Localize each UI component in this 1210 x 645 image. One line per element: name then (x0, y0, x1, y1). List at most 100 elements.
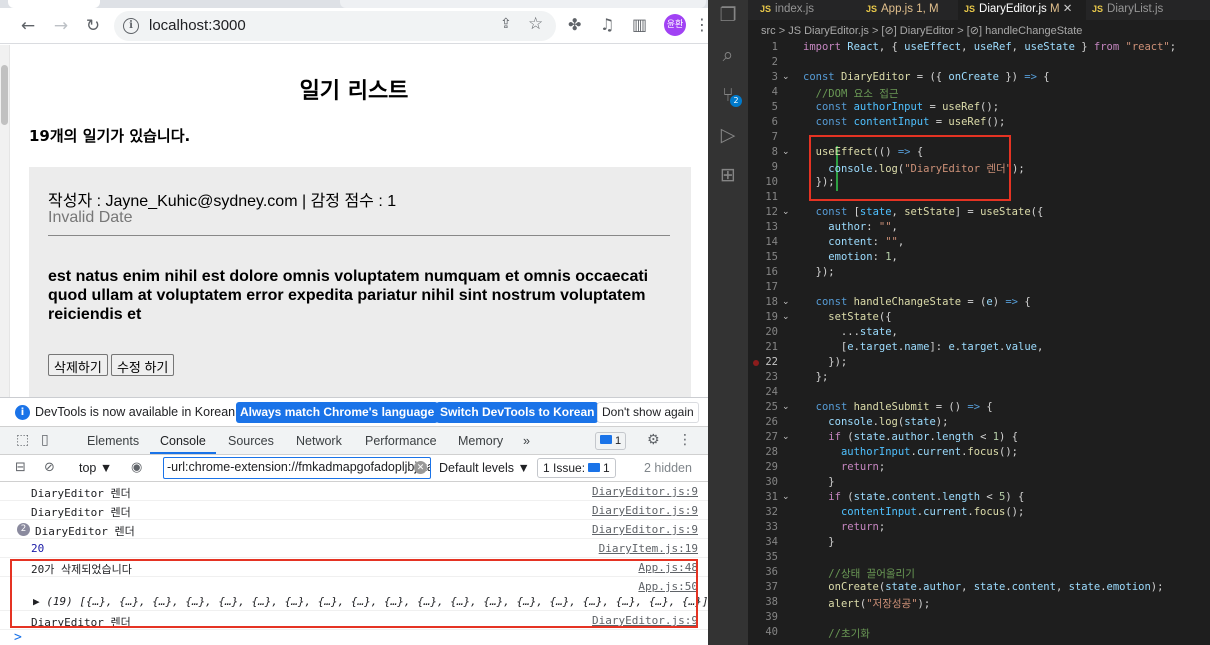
fold-chevron-icon[interactable]: ⌄ (782, 402, 790, 412)
line-number: 13 (765, 221, 778, 233)
devtools-tabs: ⬚ ▯ Elements Console Sources Network Per… (0, 427, 708, 455)
back-arrow-icon[interactable]: ← (16, 14, 40, 38)
console-source-link[interactable]: DiaryEditor.js:9 (592, 523, 698, 536)
line-number: 8 (771, 146, 778, 158)
line-number: 15 (765, 251, 778, 263)
line-number: 27 (765, 431, 778, 443)
fold-chevron-icon[interactable]: ⌄ (782, 312, 790, 322)
browser-tab-other[interactable] (340, 0, 706, 8)
settings-gear-icon[interactable]: ⚙ (647, 432, 660, 448)
browser-window: ← → ↻ i localhost:3000 ⇪ ☆ ✤ ♫ ▥ 윤환 ⋮ 일기… (0, 0, 708, 645)
clear-filter-icon[interactable]: ✕ (414, 461, 427, 474)
side-panel-icon[interactable]: ▥ (632, 15, 647, 34)
fold-chevron-icon[interactable]: ⌄ (782, 492, 790, 502)
tab-elements[interactable]: Elements (87, 434, 139, 448)
console-message: DiaryEditor 렌더 (31, 506, 131, 519)
issues-badge[interactable]: 1 (595, 432, 627, 450)
console-source-link[interactable]: DiaryItem.js:19 (599, 542, 698, 555)
line-number: 38 (765, 596, 778, 608)
line-number: 33 (765, 521, 778, 533)
profile-avatar[interactable]: 윤환 (664, 14, 686, 36)
live-expression-eye-icon[interactable]: ◉ (131, 460, 142, 475)
line-number: 25 (765, 401, 778, 413)
code-comment: //DOM 요소 접근 (815, 88, 899, 100)
breadcrumb[interactable]: src > JS DiaryEditor.js > [⊘] DiaryEdito… (748, 22, 1210, 40)
console-filter-input[interactable]: -url:chrome-extension://fmkadmapgofadopl… (163, 457, 431, 479)
tab-index-js[interactable]: JS index.js (754, 0, 860, 20)
tab-console[interactable]: Console (160, 434, 206, 448)
breakpoint-dot[interactable] (753, 360, 759, 366)
web-page: 일기 리스트 19개의 일기가 있습니다. 작성자 : Jayne_Kuhic@… (0, 45, 708, 397)
fold-chevron-icon[interactable]: ⌄ (782, 72, 790, 82)
run-debug-icon[interactable]: ▷ (717, 124, 739, 146)
dont-show-again-button[interactable]: Don't show again (597, 402, 699, 423)
device-toolbar-icon[interactable]: ▯ (41, 432, 49, 448)
share-icon[interactable]: ⇪ (500, 16, 512, 32)
media-controls-icon[interactable]: ♫ (600, 15, 614, 34)
console-row: 2 DiaryEditor 렌더 DiaryEditor.js:9 (0, 520, 708, 539)
browser-toolbar: ← → ↻ i localhost:3000 ⇪ ☆ ✤ ♫ ▥ 윤환 ⋮ (0, 8, 708, 44)
extensions-puzzle-icon[interactable]: ✤ (568, 15, 581, 34)
tab-diaryeditor-js[interactable]: JS DiaryEditor.js M ✕ (958, 0, 1086, 20)
line-number: 24 (765, 386, 778, 398)
code-editor[interactable]: import React, { useEffect, useRef, useSt… (803, 40, 1210, 645)
tab-app-js[interactable]: JS App.js 1, M (860, 0, 958, 20)
url-text[interactable]: localhost:3000 (149, 17, 246, 34)
diary-count: 19개의 일기가 있습니다. (29, 127, 191, 145)
log-levels-dropdown[interactable]: Default levels ▼ (439, 461, 530, 475)
fold-chevron-icon[interactable]: ⌄ (782, 147, 790, 157)
chrome-menu-icon[interactable]: ⋮ (694, 15, 708, 34)
line-number: 14 (765, 236, 778, 248)
match-language-button[interactable]: Always match Chrome's language (236, 402, 439, 423)
site-info-icon[interactable]: i (123, 18, 139, 34)
console-message: DiaryEditor 렌더 (35, 525, 135, 538)
line-number: 7 (771, 131, 778, 143)
context-selector[interactable]: top ▼ (79, 461, 112, 475)
line-number: 22 (765, 356, 778, 368)
switch-korean-button[interactable]: Switch DevTools to Korean (436, 402, 599, 423)
bookmark-star-icon[interactable]: ☆ (528, 14, 543, 34)
delete-button[interactable]: 삭제하기 (48, 354, 108, 376)
tab-sources[interactable]: Sources (228, 434, 274, 448)
diary-item-content: est natus enim nihil est dolore omnis vo… (48, 268, 649, 323)
reload-icon[interactable]: ↻ (81, 14, 105, 38)
console-source-link[interactable]: DiaryEditor.js:9 (592, 485, 698, 498)
edit-button[interactable]: 수정 하기 (110, 354, 175, 376)
inspect-element-icon[interactable]: ⬚ (16, 432, 29, 448)
line-number: 18 (765, 296, 778, 308)
search-icon[interactable]: ⌕ (717, 44, 739, 66)
line-number: 5 (771, 101, 778, 113)
clear-console-icon[interactable]: ⊘ (44, 460, 55, 475)
explorer-icon[interactable]: ❐ (717, 4, 739, 26)
browser-tabstrip (0, 0, 708, 8)
tab-diarylist-js[interactable]: JS DiaryList.js (1086, 0, 1186, 20)
more-tabs-icon[interactable]: » (523, 434, 530, 448)
console-source-link[interactable]: DiaryEditor.js:9 (592, 504, 698, 517)
console-prompt-row[interactable]: > (0, 630, 708, 645)
line-number-gutter: 1 2 3 ⌄ 4 5 6 7 8 ⌄ 9 10 11 12 ⌄ 13 14 15 16 17 18 ⌄ 19 ⌄ 20 21 22… (748, 40, 838, 645)
tab-performance[interactable]: Performance (365, 434, 437, 448)
highlight-box-console (10, 559, 698, 628)
fold-chevron-icon[interactable]: ⌄ (782, 207, 790, 217)
line-number: 30 (765, 476, 778, 488)
address-bar[interactable]: i localhost:3000 ⇪ ☆ (114, 11, 556, 41)
console-prompt[interactable]: > (14, 630, 22, 645)
line-number: 40 (765, 626, 778, 638)
sidebar-toggle-icon[interactable]: ⊟ (15, 460, 26, 475)
devtools-menu-icon[interactable]: ⋮ (678, 432, 692, 448)
source-control-badge: 2 (730, 95, 742, 107)
active-tab-indicator (150, 452, 216, 454)
browser-tab-active[interactable] (8, 0, 100, 8)
issues-counter[interactable]: 1 Issue: 1 (537, 458, 616, 478)
forward-arrow-icon[interactable]: → (49, 14, 73, 38)
fold-chevron-icon[interactable]: ⌄ (782, 297, 790, 307)
diary-item-info: 작성자 : Jayne_Kuhic@sydney.com | 감정 점수 : 1 (48, 193, 397, 210)
tab-memory[interactable]: Memory (458, 434, 503, 448)
console-filter-value: -url:chrome-extension://fmkadmapgofadopl… (167, 460, 430, 474)
devtools-language-banner: i DevTools is now available in Korean! A… (0, 398, 708, 427)
banner-message: DevTools is now available in Korean! (35, 405, 239, 419)
extensions-icon[interactable]: ⊞ (717, 164, 739, 186)
tab-network[interactable]: Network (296, 434, 342, 448)
code-comment: //초기화 (828, 628, 870, 640)
fold-chevron-icon[interactable]: ⌄ (782, 432, 790, 442)
